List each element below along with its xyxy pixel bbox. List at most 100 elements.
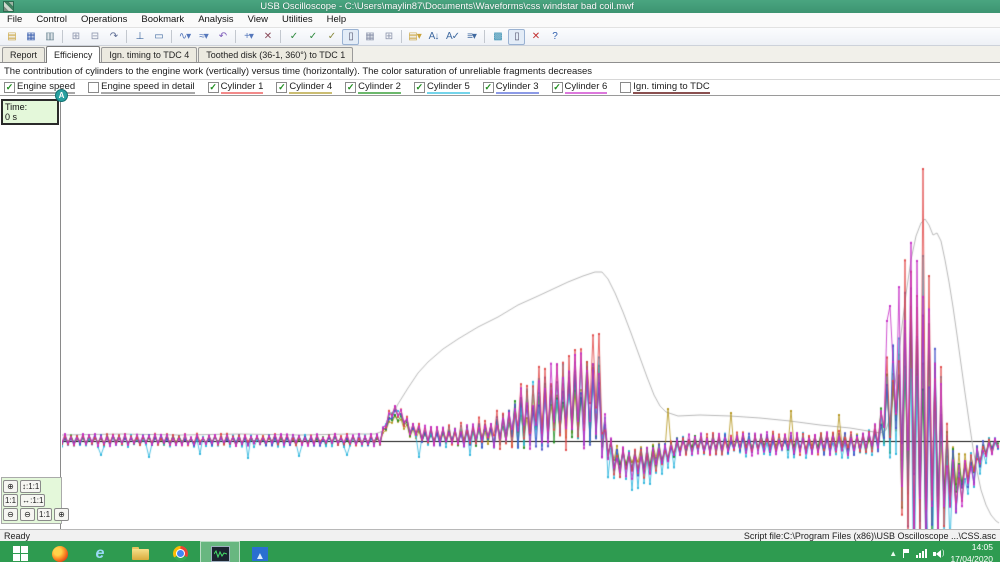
zoom-btn-1-1[interactable]: 1:1 <box>3 494 18 507</box>
start-button[interactable] <box>0 541 40 562</box>
legend-cylinder-5[interactable]: ✓Cylinder 5 <box>414 81 470 94</box>
text-down-icon[interactable]: A↓ <box>425 29 442 45</box>
help-icon[interactable]: ? <box>546 29 563 45</box>
firefox-icon <box>52 546 68 562</box>
text-check-icon[interactable]: A✓ <box>444 29 461 45</box>
tab-toothed-disk-36-1-360-to-tdc-1[interactable]: Toothed disk (36-1, 360°) to TDC 1 <box>198 47 353 62</box>
legend-label: Cylinder 1 <box>221 81 264 94</box>
probe-setup-icon[interactable]: ⊥ <box>131 29 148 45</box>
undo-icon[interactable]: ↶ <box>214 29 231 45</box>
accept-next-icon[interactable]: ✓ <box>323 29 340 45</box>
legend-ign-timing-to-tdc[interactable]: Ign. timing to TDC <box>620 81 709 94</box>
status-ready: Ready <box>4 531 30 541</box>
legend-cylinder-3[interactable]: ✓Cylinder 3 <box>483 81 539 94</box>
legend-label: Cylinder 2 <box>358 81 401 94</box>
delete-measure-icon[interactable]: ✕ <box>259 29 276 45</box>
tab-ign-timing-to-tdc-4[interactable]: Ign. timing to TDC 4 <box>101 47 197 62</box>
menu-help[interactable]: Help <box>320 13 354 27</box>
page-view-icon[interactable]: ▯ <box>342 29 359 45</box>
legend-label: Ign. timing to TDC <box>633 81 709 94</box>
app-icon <box>3 1 14 12</box>
action-center-flag-icon[interactable] <box>903 549 910 558</box>
checkbox-cylinder-4[interactable]: ✓ <box>276 82 287 93</box>
toolbar-separator <box>235 30 236 43</box>
accept-all-icon[interactable]: ✓ <box>304 29 321 45</box>
volume-icon[interactable]: ) <box>933 550 944 558</box>
legend-cylinder-4[interactable]: ✓Cylinder 4 <box>276 81 332 94</box>
title-bar[interactable]: USB Oscilloscope - C:\Users\maylin87\Doc… <box>0 0 1000 13</box>
export-image-icon[interactable]: ⊞ <box>67 29 84 45</box>
checkbox-cylinder-2[interactable]: ✓ <box>345 82 356 93</box>
menu-bookmark[interactable]: Bookmark <box>134 13 191 27</box>
menu-file[interactable]: File <box>0 13 29 27</box>
legend-cylinder-2[interactable]: ✓Cylinder 2 <box>345 81 401 94</box>
import-icon[interactable]: ↷ <box>105 29 122 45</box>
open-file-icon[interactable]: ▤ <box>3 29 20 45</box>
legend-cylinder-1[interactable]: ✓Cylinder 1 <box>208 81 264 94</box>
internet-explorer-icon: e <box>96 546 105 562</box>
time-label: Time: <box>5 102 55 112</box>
checkbox-cylinder-6[interactable]: ✓ <box>552 82 563 93</box>
zoom-btn-[interactable]: ⊕ <box>3 480 18 493</box>
zoom-controls: ⊕↕:1:11:1↔:1:1⊖⊖1:1⊕ <box>1 477 62 524</box>
delete-icon[interactable]: ✕ <box>527 29 544 45</box>
taskbar-usb-oscilloscope[interactable] <box>200 541 240 562</box>
tab-report[interactable]: Report <box>2 47 45 62</box>
measure-menu-icon[interactable]: +▾ <box>240 29 257 45</box>
checkbox-cylinder-3[interactable]: ✓ <box>483 82 494 93</box>
report-page-icon[interactable]: ▯ <box>508 29 525 45</box>
toolbar-separator <box>126 30 127 43</box>
waveform-canvas[interactable] <box>62 96 1000 529</box>
hidden-icons-arrow[interactable]: ▲ <box>889 549 897 558</box>
zoom-btn-1-1[interactable]: ↕:1:1 <box>20 480 41 493</box>
checkbox-cylinder-5[interactable]: ✓ <box>414 82 425 93</box>
zoom-btn-[interactable]: ⊖ <box>3 508 18 521</box>
menu-utilities[interactable]: Utilities <box>275 13 320 27</box>
checkbox-engine-speed-in-detail[interactable] <box>88 82 99 93</box>
bookmark-marker-icon[interactable]: ▭ <box>150 29 167 45</box>
menu-view[interactable]: View <box>241 13 275 27</box>
spectrum-menu-icon[interactable]: ≈▾ <box>195 29 212 45</box>
toolbar-separator <box>171 30 172 43</box>
taskbar-clock[interactable]: 14:05 17/04/2020 <box>950 542 993 562</box>
checkbox-engine-speed[interactable]: ✓ <box>4 82 15 93</box>
load-script-menu-icon[interactable]: ▤▾ <box>406 29 423 45</box>
toolbar-separator <box>62 30 63 43</box>
tab-efficiency[interactable]: Efficiency <box>46 46 100 63</box>
legend-cylinder-6[interactable]: ✓Cylinder 6 <box>552 81 608 94</box>
zoom-btn-[interactable]: ⊖ <box>20 508 35 521</box>
report-menu-icon[interactable]: ≡▾ <box>463 29 480 45</box>
menu-control[interactable]: Control <box>29 13 74 27</box>
copy-image-icon[interactable]: ⊟ <box>86 29 103 45</box>
copy-grid-icon[interactable]: ⊞ <box>380 29 397 45</box>
system-tray: ▲ ) 14:05 17/04/2020 <box>889 541 1000 562</box>
network-icon[interactable] <box>916 549 927 558</box>
checkbox-cylinder-1[interactable]: ✓ <box>208 82 219 93</box>
menu-analysis[interactable]: Analysis <box>191 13 240 27</box>
left-panel: Time: 0 s ⊕↕:1:11:1↔:1:1⊖⊖1:1⊕ <box>0 96 61 529</box>
taskbar-photos[interactable]: ▲ <box>240 541 280 562</box>
legend-engine-speed-in-detail[interactable]: Engine speed in detail <box>88 81 195 94</box>
description-text: The contribution of cylinders to the eng… <box>4 66 592 77</box>
bookmark-a-marker[interactable]: A <box>55 89 68 102</box>
save-file-icon[interactable]: ▦ <box>22 29 39 45</box>
checkbox-ign-timing-to-tdc[interactable] <box>620 82 631 93</box>
legend-label: Cylinder 4 <box>289 81 332 94</box>
taskbar-internet-explorer[interactable]: e <box>80 541 120 562</box>
toolbar: ▤▦▥⊞⊟↷⊥▭∿▾≈▾↶+▾✕✓✓✓▯▦⊞▤▾A↓A✓≡▾▩▯✕? <box>0 28 1000 46</box>
menu-bar: FileControlOperationsBookmarkAnalysisVie… <box>0 13 1000 28</box>
oscilloscope-icon <box>211 546 230 562</box>
signal-menu-icon[interactable]: ∿▾ <box>176 29 193 45</box>
zoom-btn-1-1[interactable]: ↔:1:1 <box>20 494 45 507</box>
grid-view-icon[interactable]: ▦ <box>361 29 378 45</box>
chart-image-icon[interactable]: ▩ <box>489 29 506 45</box>
print-icon[interactable]: ▥ <box>41 29 58 45</box>
zoom-btn-1-1[interactable]: 1:1 <box>37 508 52 521</box>
taskbar-file-explorer[interactable] <box>120 541 160 562</box>
menu-operations[interactable]: Operations <box>74 13 134 27</box>
zoom-row-0: ⊕↕:1:1 <box>3 480 60 493</box>
chart-area[interactable]: A <box>62 96 1000 529</box>
taskbar-chrome[interactable] <box>160 541 200 562</box>
taskbar-firefox[interactable] <box>40 541 80 562</box>
accept-icon[interactable]: ✓ <box>285 29 302 45</box>
